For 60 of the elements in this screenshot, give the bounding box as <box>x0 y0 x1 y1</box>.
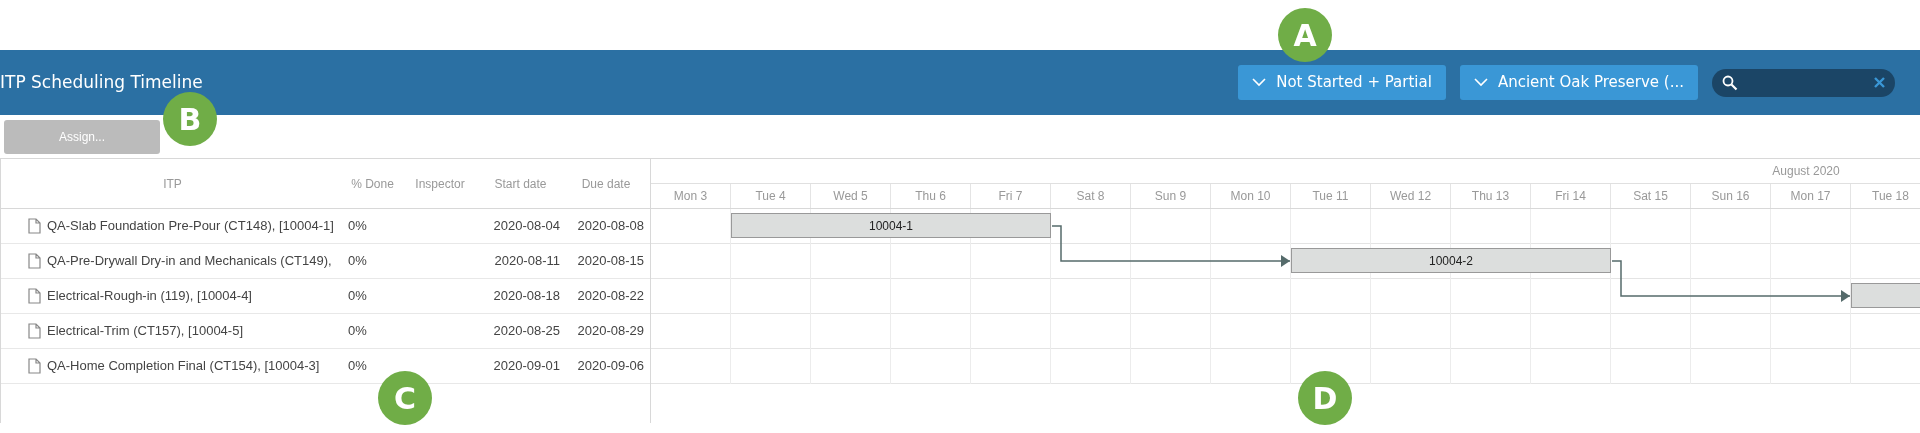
task-bar[interactable]: 10004-1 <box>731 213 1051 238</box>
callout-marker: B <box>163 92 217 146</box>
document-icon <box>28 288 41 304</box>
table-cell-text: Electrical-Trim (CT157), [10004-5] <box>47 322 243 341</box>
month-label: August 2020 <box>1771 163 1841 180</box>
table-cell-text: 2020-09-06 <box>577 357 644 376</box>
search-icon <box>1722 74 1738 91</box>
document-icon <box>28 323 41 339</box>
document-icon <box>28 218 41 234</box>
day-label: Wed 5 <box>833 188 868 205</box>
column-header[interactable]: ITP <box>163 174 182 193</box>
filter-dropdown[interactable]: Not Started + Partial <box>1238 65 1446 100</box>
table-cell-text: 2020-08-08 <box>577 217 644 236</box>
table-cell-text: 2020-08-18 <box>493 287 560 306</box>
chevron-down-icon <box>1252 78 1267 87</box>
day-label: Tue 11 <box>1312 188 1349 205</box>
table-cell-text: Electrical-Rough-in (119), [10004-4] <box>47 287 252 306</box>
day-label: Sat 8 <box>1076 188 1105 205</box>
table-cell-text: 0% <box>348 357 367 376</box>
day-label: Tue 18 <box>1872 188 1909 205</box>
document-icon <box>28 358 41 374</box>
table-cell-text: 2020-08-22 <box>577 287 644 306</box>
table-cell-text: 2020-08-29 <box>577 322 644 341</box>
callout-marker: C <box>378 371 432 425</box>
day-label: Fri 7 <box>998 188 1023 205</box>
column-header[interactable]: Due date <box>581 174 631 193</box>
table-cell-text: 0% <box>348 252 367 271</box>
day-label: Wed 12 <box>1389 188 1432 205</box>
table-cell-text: 0% <box>348 217 367 236</box>
table-cell-text: QA-Home Completion Final (CT154), [10004-3] <box>47 357 320 376</box>
day-label: Mon 17 <box>1790 188 1831 205</box>
table-cell-text: QA-Pre-Drywall Dry-in and Mechanicals (CT149), <box>47 252 332 271</box>
callout-marker: A <box>1278 8 1332 62</box>
day-label: Mon 3 <box>673 188 708 205</box>
table-cell-text: 2020-08-11 <box>494 252 560 271</box>
table-cell-text: 2020-09-01 <box>493 357 560 376</box>
page-title: ITP Scheduling Timeline <box>0 70 203 94</box>
day-label: Thu 13 <box>1471 188 1510 205</box>
column-header[interactable]: Inspector <box>415 174 465 193</box>
table-cell-text: 2020-08-15 <box>577 252 644 271</box>
day-label: Sun 9 <box>1154 188 1187 205</box>
column-header[interactable]: Start date <box>494 174 547 193</box>
day-label: Fri 14 <box>1555 188 1586 205</box>
column-header[interactable]: % Done <box>351 174 394 193</box>
chevron-down-icon <box>1473 78 1488 87</box>
table-cell-text: 0% <box>348 322 367 341</box>
task-bar[interactable]: 10004-2 <box>1291 248 1611 273</box>
table-cell-text: 2020-08-25 <box>493 322 560 341</box>
table-cell-text: QA-Slab Foundation Pre-Pour (CT148), [10004-1] <box>47 217 334 236</box>
search-field[interactable] <box>1712 68 1895 97</box>
table-cell-text: 2020-08-04 <box>493 217 560 236</box>
document-icon <box>28 253 41 269</box>
day-label: Mon 10 <box>1230 188 1271 205</box>
callout-marker: D <box>1298 371 1352 425</box>
day-label: Tue 4 <box>755 188 786 205</box>
table-cell-text: 0% <box>348 287 367 306</box>
day-label: Thu 6 <box>915 188 946 205</box>
day-label: Sun 16 <box>1711 188 1750 205</box>
filter-dropdown[interactable]: Ancient Oak Preserve (... <box>1459 65 1698 100</box>
day-label: Sat 15 <box>1633 188 1668 205</box>
